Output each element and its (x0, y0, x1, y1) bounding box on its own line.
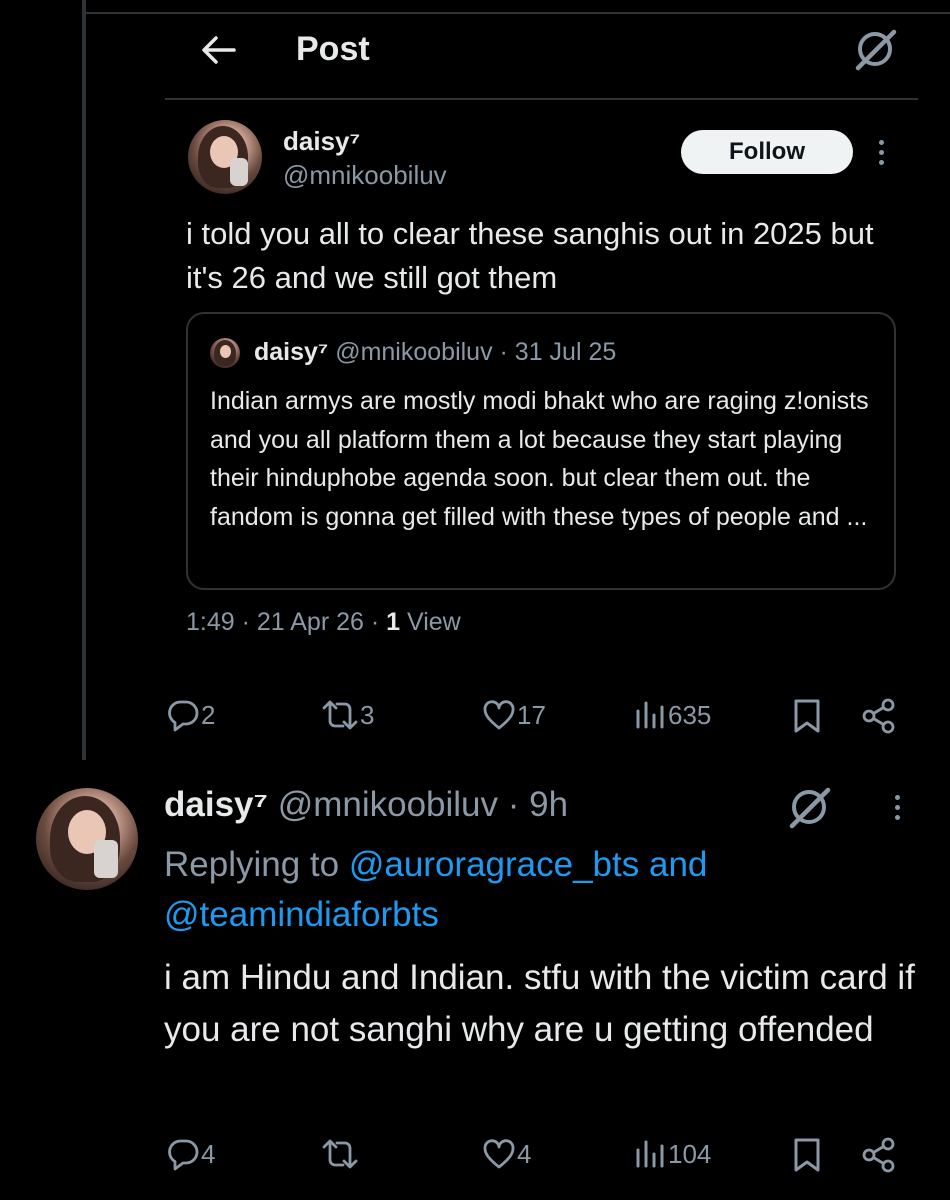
views-icon (636, 1140, 664, 1168)
repost-button[interactable]: 3 (320, 697, 374, 733)
bookmark-icon (794, 699, 820, 733)
reply-count: 4 (201, 1138, 216, 1169)
repost-icon (322, 1139, 358, 1169)
share-icon (862, 1137, 895, 1173)
views-icon (636, 701, 664, 729)
views-button[interactable]: 104 (632, 1136, 711, 1172)
reply-handle-time[interactable]: @mnikoobiluv · 9h (278, 785, 568, 824)
grok-icon[interactable] (852, 26, 898, 72)
repost-button[interactable] (320, 1136, 360, 1172)
bookmark-button[interactable] (790, 1136, 824, 1174)
mention-link[interactable]: @auroragrace_bts (349, 845, 639, 884)
repost-icon (322, 700, 358, 730)
reply-button[interactable]: 2 (165, 697, 215, 733)
avatar (210, 338, 240, 368)
views-count: 635 (668, 699, 712, 730)
share-icon (862, 698, 895, 734)
quote-text: Indian armys are mostly modi bhakt who a… (210, 387, 869, 531)
quote-author-name: daisy⁷ (254, 338, 329, 366)
thread-line (82, 0, 86, 760)
avatar[interactable] (36, 788, 138, 890)
quote-handle-date: @mnikoobiluv · 31 Jul 25 (335, 338, 617, 366)
views-button[interactable]: 635 (632, 697, 711, 733)
header-divider (165, 98, 918, 100)
view-label: View (400, 608, 461, 636)
back-arrow-icon[interactable] (196, 28, 240, 72)
share-button[interactable] (860, 1136, 898, 1174)
author-handle[interactable]: @mnikoobiluv (283, 160, 447, 191)
more-vertical-icon[interactable] (873, 140, 889, 170)
like-count: 4 (517, 1138, 532, 1169)
post-meta: 1:49 · 21 Apr 26 · 1 View (186, 608, 461, 637)
post-text: i told you all to clear these sanghis ou… (186, 216, 874, 295)
repost-count: 3 (360, 699, 375, 730)
reply-icon (168, 700, 199, 732)
reply-text: i am Hindu and Indian. stfu with the vic… (164, 958, 915, 1049)
mention-link[interactable]: @teamindiaforbts (164, 895, 439, 934)
reply-button[interactable]: 4 (165, 1136, 215, 1172)
heart-icon (483, 700, 515, 730)
avatar[interactable] (188, 120, 262, 194)
quote-header: daisy⁷ @mnikoobiluv · 31 Jul 25 (254, 338, 616, 367)
replying-to: Replying to @auroragrace_bts and @teamind… (164, 840, 804, 940)
replying-prefix: Replying to (164, 845, 349, 884)
grok-icon[interactable] (786, 784, 832, 830)
post-timestamp: 1:49 · 21 Apr 26 · (186, 608, 387, 636)
reply-icon (168, 1139, 199, 1171)
follow-button[interactable]: Follow (681, 130, 853, 174)
heart-icon (483, 1139, 515, 1169)
reply-count: 2 (201, 699, 216, 730)
like-button[interactable]: 17 (481, 697, 546, 733)
quoted-post[interactable]: daisy⁷ @mnikoobiluv · 31 Jul 25 Indian a… (186, 312, 896, 590)
top-divider (86, 12, 950, 14)
reply-author-name[interactable]: daisy⁷ (164, 785, 268, 824)
bookmark-icon (794, 1138, 820, 1172)
mention-joiner: and (639, 845, 708, 884)
more-vertical-icon[interactable] (889, 795, 905, 825)
reply-header: daisy⁷ @mnikoobiluv · 9h (164, 785, 568, 825)
views-count: 104 (668, 1138, 712, 1169)
author-name[interactable]: daisy⁷ (283, 126, 360, 157)
share-button[interactable] (860, 697, 898, 735)
like-button[interactable]: 4 (481, 1136, 531, 1172)
page-title: Post (296, 30, 370, 68)
like-count: 17 (517, 699, 546, 730)
view-count: 1 (386, 608, 401, 636)
bookmark-button[interactable] (790, 697, 824, 735)
